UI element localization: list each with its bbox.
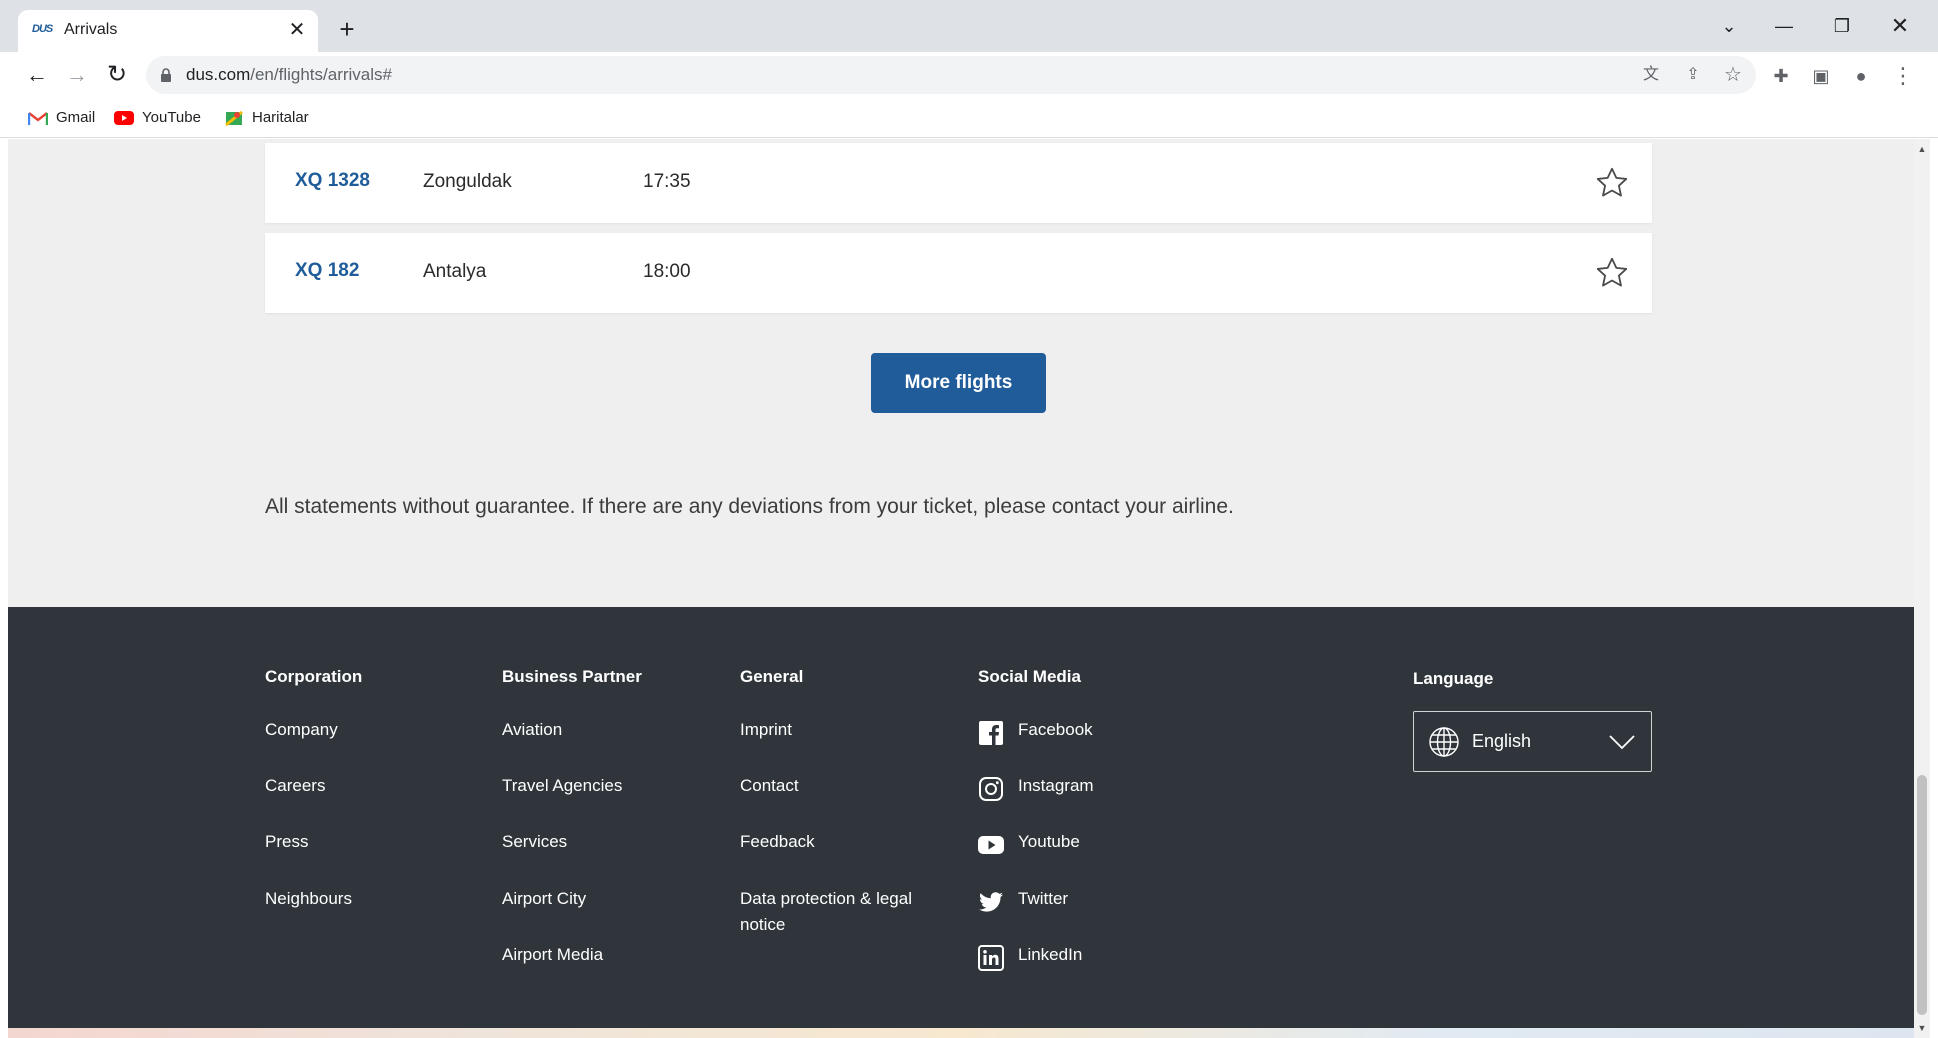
browser-toolbar: ← → ↻ dus.com/en/flights/arrivals# 文 ⇪ ☆…	[0, 52, 1938, 98]
footer-link-imprint[interactable]: Imprint	[740, 717, 792, 743]
dus-favicon-icon: DUS	[32, 23, 53, 35]
flight-time: 18:00	[643, 261, 691, 282]
flight-row[interactable]: XQ 182 Antalya 18:00	[265, 233, 1652, 313]
scroll-down-arrow-icon[interactable]: ▼	[1914, 1022, 1930, 1034]
footer-link-data-protection[interactable]: Data protection & legal notice	[740, 886, 940, 938]
instagram-icon[interactable]	[978, 776, 1004, 802]
footer-link-instagram[interactable]: Instagram	[1018, 773, 1094, 799]
favorite-star-icon[interactable]	[1594, 165, 1630, 201]
window-edge	[1930, 139, 1938, 1038]
disclaimer-text: All statements without guarantee. If the…	[265, 495, 1234, 518]
flight-origin: Antalya	[423, 261, 487, 282]
bookmark-gmail[interactable]: Gmail	[28, 106, 95, 130]
gmail-icon	[28, 112, 48, 126]
footer-heading: Corporation	[265, 667, 363, 686]
url-path: /en/flights/arrivals#	[250, 65, 392, 84]
footer-link-services[interactable]: Services	[502, 829, 567, 855]
vertical-scrollbar[interactable]: ▲ ▼	[1914, 139, 1930, 1038]
globe-icon	[1429, 727, 1459, 757]
back-arrow-icon[interactable]: ←	[22, 60, 52, 90]
bookmark-maps[interactable]: Haritalar	[224, 106, 309, 130]
scrollbar-thumb[interactable]	[1917, 775, 1927, 1015]
bookmark-label: Gmail	[56, 109, 96, 126]
linkedin-icon[interactable]	[978, 945, 1004, 971]
url-domain: dus.com	[186, 65, 251, 84]
extensions-puzzle-icon[interactable]: ✚	[1768, 63, 1794, 89]
profile-avatar-icon[interactable]: ●	[1848, 63, 1874, 89]
flight-number[interactable]: XQ 182	[295, 260, 359, 282]
browser-menu-kebab-icon[interactable]: ⋮	[1890, 63, 1916, 89]
close-tab-icon[interactable]: ✕	[286, 19, 308, 41]
flight-time: 17:35	[643, 171, 691, 192]
footer-link-company[interactable]: Company	[265, 717, 338, 743]
tab-strip: DUS Arrivals ✕ + ⌄ — ❐ ✕	[0, 0, 1938, 52]
twitter-icon[interactable]	[978, 889, 1004, 915]
tab-search-chevron-icon[interactable]: ⌄	[1713, 12, 1745, 40]
bookmark-label: Haritalar	[252, 109, 309, 126]
close-window-icon[interactable]: ✕	[1884, 12, 1916, 40]
url-text: dus.com/en/flights/arrivals#	[186, 65, 392, 85]
footer-link-facebook[interactable]: Facebook	[1018, 717, 1093, 743]
forward-arrow-icon[interactable]: →	[62, 60, 92, 90]
footer-link-airport-city[interactable]: Airport City	[502, 886, 586, 912]
youtube-icon	[114, 111, 134, 126]
page-bottom-strip	[8, 1028, 1914, 1038]
more-flights-button[interactable]: More flights	[871, 353, 1046, 413]
lock-icon	[161, 68, 171, 82]
flight-origin: Zonguldak	[423, 171, 512, 192]
footer-heading: Social Media	[978, 667, 1081, 686]
share-icon[interactable]: ⇪	[1682, 64, 1704, 86]
bookmarks-bar: Gmail YouTube Haritalar	[0, 98, 1938, 138]
footer-link-youtube[interactable]: Youtube	[1018, 829, 1080, 855]
translate-icon[interactable]: 文	[1640, 64, 1662, 86]
footer-link-feedback[interactable]: Feedback	[740, 829, 815, 855]
restore-window-icon[interactable]: ❐	[1826, 12, 1858, 40]
footer-link-contact[interactable]: Contact	[740, 773, 799, 799]
footer-link-airport-media[interactable]: Airport Media	[502, 942, 603, 968]
minimize-window-icon[interactable]: —	[1768, 12, 1800, 40]
tab-title: Arrivals	[64, 21, 118, 38]
bookmark-label: YouTube	[142, 109, 201, 126]
flight-number[interactable]: XQ 1328	[295, 170, 370, 192]
youtube-icon[interactable]	[978, 832, 1004, 858]
reload-icon[interactable]: ↻	[102, 60, 132, 90]
footer-link-careers[interactable]: Careers	[265, 773, 325, 799]
bookmark-star-icon[interactable]: ☆	[1722, 64, 1744, 86]
language-selected-value: English	[1472, 731, 1532, 751]
footer-link-linkedin[interactable]: LinkedIn	[1018, 942, 1082, 968]
footer-link-neighbours[interactable]: Neighbours	[265, 886, 352, 912]
browser-chrome: DUS Arrivals ✕ + ⌄ — ❐ ✕ ← → ↻ dus.com/e…	[0, 0, 1938, 138]
tab-arrivals[interactable]: DUS Arrivals ✕	[18, 10, 318, 52]
footer-heading: Business Partner	[502, 667, 642, 686]
scroll-up-arrow-icon[interactable]: ▲	[1914, 143, 1930, 155]
maps-icon	[225, 110, 243, 127]
language-select[interactable]: English	[1413, 711, 1652, 772]
bookmark-youtube[interactable]: YouTube	[114, 106, 201, 130]
facebook-icon[interactable]	[978, 720, 1004, 746]
new-tab-plus-icon[interactable]: +	[334, 16, 360, 42]
footer-link-travel-agencies[interactable]: Travel Agencies	[502, 773, 622, 799]
footer-link-aviation[interactable]: Aviation	[502, 717, 562, 743]
footer-link-press[interactable]: Press	[265, 829, 308, 855]
address-bar[interactable]: dus.com/en/flights/arrivals# 文 ⇪ ☆	[146, 56, 1756, 94]
footer-heading: General	[740, 667, 804, 686]
side-panel-icon[interactable]: ▣	[1808, 63, 1834, 89]
site-footer: Corporation Company Careers Press Neighb…	[8, 607, 1914, 1028]
page-viewport: XQ 1328 Zonguldak 17:35 XQ 182 Antalya 1…	[8, 139, 1914, 1038]
language-heading: Language	[1413, 669, 1494, 688]
flight-row[interactable]: XQ 1328 Zonguldak 17:35	[265, 143, 1652, 223]
chevron-down-icon	[1609, 735, 1635, 750]
favorite-star-icon[interactable]	[1594, 255, 1630, 291]
footer-link-twitter[interactable]: Twitter	[1018, 886, 1068, 912]
